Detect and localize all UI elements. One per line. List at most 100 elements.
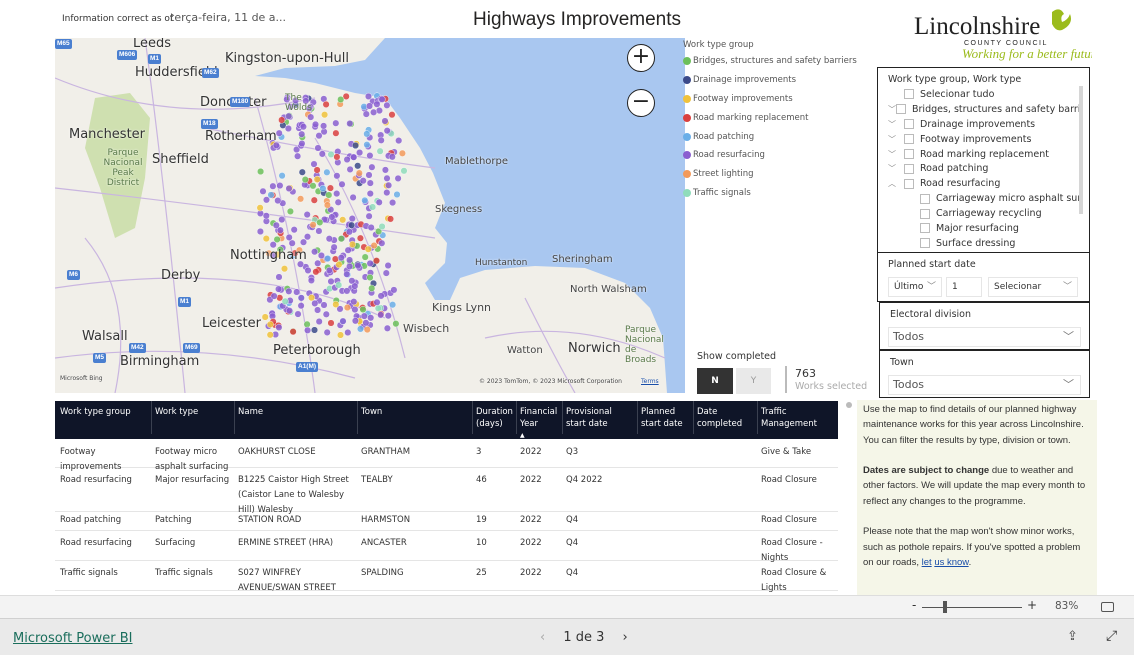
work-location-marker[interactable] xyxy=(360,312,368,320)
column-header[interactable]: Financial Year ▲ xyxy=(516,401,558,439)
work-location-marker[interactable] xyxy=(388,111,396,119)
work-location-marker[interactable] xyxy=(364,245,372,253)
work-location-marker[interactable] xyxy=(312,120,320,128)
work-location-marker[interactable] xyxy=(275,273,283,281)
work-location-marker[interactable] xyxy=(324,254,332,262)
work-location-marker[interactable] xyxy=(350,298,358,306)
slicer-item[interactable]: ﹀ Road marking replacement xyxy=(888,147,1079,162)
zoom-slider-thumb[interactable] xyxy=(943,601,948,613)
work-location-marker[interactable] xyxy=(285,287,293,295)
work-location-marker[interactable] xyxy=(389,199,397,207)
work-location-marker[interactable] xyxy=(304,326,312,334)
work-location-marker[interactable] xyxy=(278,172,286,180)
work-location-marker[interactable] xyxy=(351,317,359,325)
table-row[interactable]: Road resurfacing Major resurfacing B1225 C… xyxy=(55,468,838,515)
legend-item[interactable]: Road patching xyxy=(683,127,857,146)
work-location-marker[interactable] xyxy=(362,110,370,118)
work-location-marker[interactable] xyxy=(384,312,392,320)
work-location-marker[interactable] xyxy=(327,150,335,158)
work-location-marker[interactable] xyxy=(274,197,282,205)
work-location-marker[interactable] xyxy=(262,235,270,243)
work-location-marker[interactable] xyxy=(327,277,335,285)
chevron-down-icon[interactable]: ﹀ xyxy=(888,119,904,130)
work-location-marker[interactable] xyxy=(395,137,403,145)
work-location-marker[interactable] xyxy=(299,123,307,131)
work-location-marker[interactable] xyxy=(317,251,325,259)
work-location-marker[interactable] xyxy=(335,261,343,269)
work-location-marker[interactable] xyxy=(299,238,307,246)
work-location-marker[interactable] xyxy=(393,190,401,198)
work-location-marker[interactable] xyxy=(334,198,342,206)
work-location-marker[interactable] xyxy=(381,166,389,174)
work-location-marker[interactable] xyxy=(298,139,306,147)
work-location-marker[interactable] xyxy=(349,193,357,201)
work-location-marker[interactable] xyxy=(349,240,357,248)
work-location-marker[interactable] xyxy=(285,233,293,241)
work-location-marker[interactable] xyxy=(313,175,321,183)
work-location-marker[interactable] xyxy=(344,329,352,337)
work-location-marker[interactable] xyxy=(325,266,333,274)
work-location-marker[interactable] xyxy=(313,166,321,174)
work-location-marker[interactable] xyxy=(321,111,329,119)
work-location-marker[interactable] xyxy=(275,285,283,293)
next-page-button[interactable]: › xyxy=(623,630,628,645)
column-header[interactable]: Name xyxy=(234,401,354,434)
work-location-marker[interactable] xyxy=(314,144,322,152)
work-location-marker[interactable] xyxy=(323,328,331,336)
work-location-marker[interactable] xyxy=(356,234,364,242)
legend-item[interactable]: Road marking replacement xyxy=(683,108,857,127)
slicer-item[interactable]: ﹀ Bridges, structures and safety barri... xyxy=(888,102,1079,117)
work-location-marker[interactable] xyxy=(276,182,284,190)
checkbox[interactable] xyxy=(920,238,930,249)
work-location-marker[interactable] xyxy=(348,215,356,223)
slicer-item[interactable]: ﹀ Drainage improvements xyxy=(888,117,1079,132)
work-location-marker[interactable] xyxy=(312,268,320,276)
work-location-marker[interactable] xyxy=(298,168,306,176)
work-location-marker[interactable] xyxy=(259,187,267,195)
work-location-marker[interactable] xyxy=(366,179,374,187)
share-icon[interactable]: ⇪ xyxy=(1067,629,1078,644)
work-location-marker[interactable] xyxy=(378,239,386,247)
work-location-marker[interactable] xyxy=(366,273,374,281)
work-location-marker[interactable] xyxy=(366,102,374,110)
work-location-marker[interactable] xyxy=(377,292,385,300)
work-location-marker[interactable] xyxy=(339,317,347,325)
work-location-marker[interactable] xyxy=(383,174,391,182)
checkbox[interactable] xyxy=(904,149,914,159)
work-location-marker[interactable] xyxy=(387,215,395,223)
work-location-marker[interactable] xyxy=(298,130,306,138)
work-location-marker[interactable] xyxy=(310,196,318,204)
work-location-marker[interactable] xyxy=(343,304,351,312)
work-location-marker[interactable] xyxy=(363,141,371,149)
work-location-marker[interactable] xyxy=(327,319,335,327)
work-location-marker[interactable] xyxy=(368,163,376,171)
table-row[interactable]: Road resurfacing Surfacing ERMINE STREET (… xyxy=(55,531,838,563)
work-location-marker[interactable] xyxy=(318,150,326,158)
work-location-marker[interactable] xyxy=(351,282,359,290)
work-location-marker[interactable] xyxy=(269,182,277,190)
work-location-marker[interactable] xyxy=(400,167,408,175)
work-location-marker[interactable] xyxy=(392,320,400,328)
work-location-marker[interactable] xyxy=(275,323,283,331)
show-completed-n-button[interactable]: N xyxy=(697,368,733,394)
work-location-marker[interactable] xyxy=(375,107,383,115)
work-location-marker[interactable] xyxy=(333,153,341,161)
work-location-marker[interactable] xyxy=(294,152,302,160)
work-location-marker[interactable] xyxy=(311,326,319,334)
legend-item[interactable]: Traffic signals xyxy=(683,184,857,203)
work-location-marker[interactable] xyxy=(373,298,381,306)
work-location-marker[interactable] xyxy=(346,119,354,127)
legend-item[interactable]: Bridges, structures and safety barriers xyxy=(683,52,857,71)
period-unit-dropdown[interactable]: Selecionar ﹀ xyxy=(988,277,1078,297)
work-location-marker[interactable] xyxy=(383,127,391,135)
work-location-marker[interactable] xyxy=(285,307,293,315)
work-location-marker[interactable] xyxy=(303,233,311,241)
work-location-marker[interactable] xyxy=(266,320,274,328)
legend-item[interactable]: Road resurfacing xyxy=(683,146,857,165)
zoom-slider[interactable] xyxy=(922,607,1022,608)
work-location-marker[interactable] xyxy=(323,201,331,209)
work-location-marker[interactable] xyxy=(337,331,345,339)
work-location-marker[interactable] xyxy=(389,301,397,309)
work-location-marker[interactable] xyxy=(304,266,312,274)
work-location-marker[interactable] xyxy=(348,221,356,229)
